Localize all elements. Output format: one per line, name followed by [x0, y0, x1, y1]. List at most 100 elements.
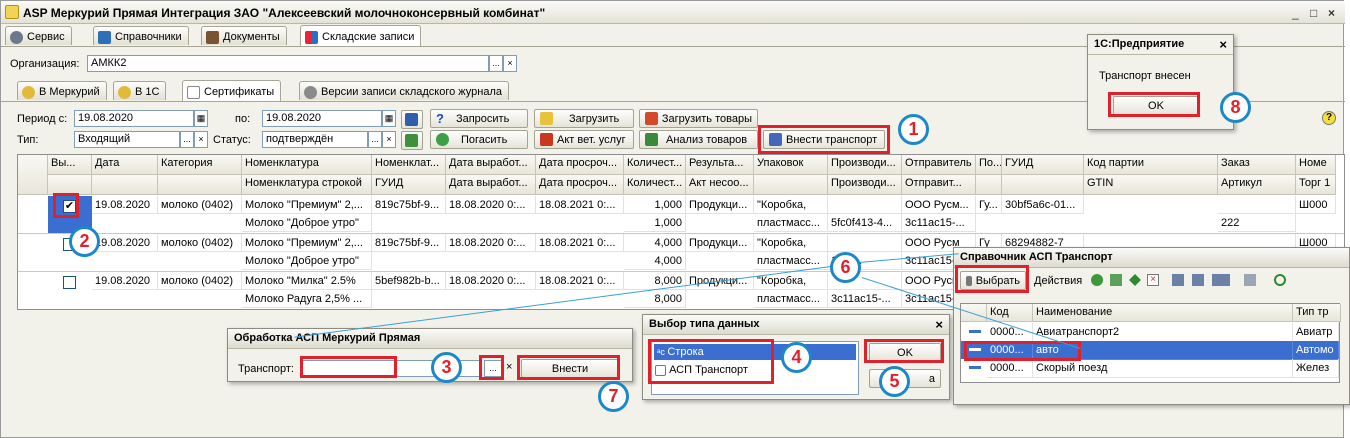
status-clear-button[interactable]: ×	[382, 131, 396, 148]
load-goods-button[interactable]: Загрузить товары	[639, 109, 758, 128]
filter-value-icon[interactable]	[1192, 274, 1204, 286]
type-clear-button[interactable]: ×	[194, 131, 208, 148]
request-button[interactable]: ? Запросить	[430, 109, 528, 128]
column-subheader[interactable]: ГУИД	[372, 175, 446, 195]
load-button[interactable]: Загрузить	[534, 109, 634, 128]
table-row[interactable]: ✔ 19.08.2020 молоко (0402) Молоко "Премиум"…	[18, 196, 1344, 234]
column-header[interactable]: По...	[976, 155, 1002, 175]
calendar-icon[interactable]: ▦	[382, 110, 396, 127]
column-header[interactable]: Номенклат...	[372, 155, 446, 175]
refresh-list-button[interactable]	[401, 131, 423, 150]
column-header[interactable]: Отправитель	[902, 155, 976, 175]
document-icon	[187, 85, 200, 99]
calendar-icon[interactable]: ▦	[194, 110, 208, 127]
column-subheader[interactable]: Артикул	[1218, 175, 1296, 195]
cell-production-date: 18.08.2020 0:...	[446, 196, 536, 214]
vet-act-button[interactable]: Акт вет. услуг	[534, 130, 634, 149]
org-field[interactable]: АМКК2	[87, 55, 489, 72]
copy-icon[interactable]	[1110, 274, 1122, 286]
tab-catalogs[interactable]: Справочники	[93, 26, 189, 45]
column-header[interactable]: Код партии	[1084, 155, 1218, 175]
goods-analysis-button[interactable]: Анализ товаров	[639, 130, 758, 149]
cell-quantity-2: 4,000	[624, 252, 686, 270]
cell-nomenclature-string: Молоко "Доброе утро"	[242, 252, 372, 270]
org-select-button[interactable]: ...	[489, 55, 503, 72]
table-row[interactable]: 0000... Скорый поезд Желез	[961, 359, 1339, 378]
column-subheader[interactable]: GTIN	[1084, 175, 1218, 195]
column-header[interactable]: Дата выработ...	[446, 155, 536, 175]
cell-nomenclature-string: Молоко Радуга 2,5% ...	[242, 290, 372, 308]
filter-list-icon[interactable]	[1212, 274, 1230, 286]
refresh-icon[interactable]	[1274, 274, 1286, 286]
close-icon[interactable]: ×	[935, 317, 943, 332]
title-bar: ASP Меркурий Прямая Интеграция ЗАО "Алек…	[1, 1, 1345, 24]
column-subheader[interactable]	[158, 175, 242, 195]
col-header-name[interactable]: Наименование	[1033, 304, 1293, 322]
tab-journal-versions[interactable]: Версии записи складского журнала	[299, 81, 509, 100]
column-subheader[interactable]: Номенклатура строкой	[242, 175, 372, 195]
column-header[interactable]: Количест...	[624, 155, 686, 175]
row-name: Скорый поезд	[1033, 359, 1293, 378]
cell-category: молоко (0402)	[158, 272, 242, 290]
column-subheader[interactable]: Отправит...	[902, 175, 976, 195]
column-subheader[interactable]	[1002, 175, 1084, 195]
tab-certificates[interactable]: Сертификаты	[182, 80, 282, 101]
column-subheader[interactable]	[92, 175, 158, 195]
edit-icon[interactable]	[1129, 274, 1141, 286]
period-from-field[interactable]: 19.08.2020	[74, 110, 194, 127]
column-header[interactable]: Дата просроч...	[536, 155, 624, 175]
column-subheader[interactable]	[48, 175, 92, 195]
status-field[interactable]: подтверждён	[262, 131, 368, 148]
extinguish-button[interactable]: Погасить	[430, 130, 528, 149]
tab-to-1c[interactable]: В 1С	[113, 81, 167, 100]
column-header[interactable]: ГУИД	[1002, 155, 1084, 175]
transport-clear-button[interactable]: ×	[506, 361, 512, 373]
column-header[interactable]: Упаковок	[754, 155, 828, 175]
table-row[interactable]: 0000... Авиатранспорт2 Авиатр	[961, 323, 1339, 342]
column-header[interactable]: Номе	[1296, 155, 1336, 175]
status-select-button[interactable]: ...	[368, 131, 382, 148]
column-header[interactable]: Номенклатура	[242, 155, 372, 175]
column-header[interactable]: Вы...	[48, 155, 92, 175]
close-icon[interactable]: ×	[1219, 37, 1227, 52]
column-subheader[interactable]: Дата выработ...	[446, 175, 536, 195]
col-header-type[interactable]: Тип тр	[1293, 304, 1341, 322]
cell-date: 19.08.2020	[92, 234, 158, 252]
tab-to-mercury[interactable]: В Меркурий	[17, 81, 107, 100]
column-subheader[interactable]: Торг 1	[1296, 175, 1336, 195]
delete-icon[interactable]: ×	[1147, 274, 1159, 286]
maximize-button[interactable]: □	[1310, 6, 1317, 20]
column-subheader[interactable]: Акт несоо...	[686, 175, 754, 195]
dialog-title-text: 1С:Предприятие	[1094, 38, 1185, 50]
column-header[interactable]: Категория	[158, 155, 242, 175]
list-settings-button[interactable]	[401, 110, 423, 129]
type-field[interactable]: Входящий	[74, 131, 180, 148]
column-header[interactable]: Производи...	[828, 155, 902, 175]
tab-warehouse-records[interactable]: Складские записи	[300, 25, 422, 46]
column-header[interactable]: Заказ	[1218, 155, 1296, 175]
tab-documents[interactable]: Документы	[201, 26, 287, 45]
tab-service[interactable]: Сервис	[5, 26, 72, 45]
column-subheader[interactable]: Дата просроч...	[536, 175, 624, 195]
minimize-button[interactable]: _	[1292, 6, 1299, 20]
close-button[interactable]: ×	[1328, 6, 1335, 20]
filter-icon[interactable]	[1172, 274, 1184, 286]
tab-label: В Меркурий	[39, 86, 100, 98]
period-to-field[interactable]: 19.08.2020	[262, 110, 382, 127]
org-clear-button[interactable]: ×	[503, 55, 517, 72]
cell-producer	[828, 196, 902, 214]
column-subheader[interactable]	[754, 175, 828, 195]
clear-filter-icon[interactable]	[1244, 274, 1256, 286]
column-subheader[interactable]: Количест...	[624, 175, 686, 195]
actions-menu[interactable]: Действия	[1034, 275, 1082, 287]
column-header[interactable]: Результа...	[686, 155, 754, 175]
cell-guid-2: 30bf5a6c-01...	[1002, 196, 1084, 214]
column-subheader[interactable]	[976, 175, 1002, 195]
add-icon[interactable]	[1091, 274, 1103, 286]
help-icon[interactable]: ?	[1322, 111, 1336, 125]
column-header[interactable]: Дата	[92, 155, 158, 175]
step-badge-3: 3	[431, 352, 462, 383]
row-checkbox[interactable]	[63, 276, 76, 289]
type-select-button[interactable]: ...	[180, 131, 194, 148]
column-subheader[interactable]: Производи...	[828, 175, 902, 195]
